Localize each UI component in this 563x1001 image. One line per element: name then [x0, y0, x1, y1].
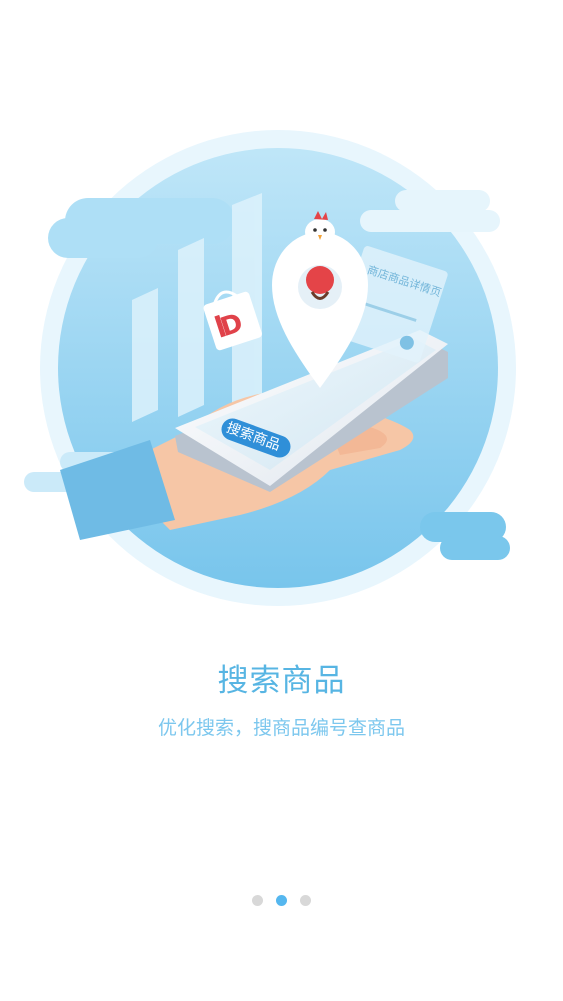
- pagination-dot-3[interactable]: [300, 895, 311, 906]
- onboarding-illustration: D 搜索商品 商店商品详情页: [24, 130, 516, 606]
- page-title: 搜索商品: [217, 663, 346, 699]
- pagination-dot-2[interactable]: [276, 895, 287, 906]
- cloud-bottom-right: [420, 512, 510, 560]
- page-subtitle: 优化搜索，搜商品编号查商品: [157, 717, 405, 739]
- pagination-dot-1[interactable]: [252, 895, 263, 906]
- pagination-dots: [0, 895, 563, 907]
